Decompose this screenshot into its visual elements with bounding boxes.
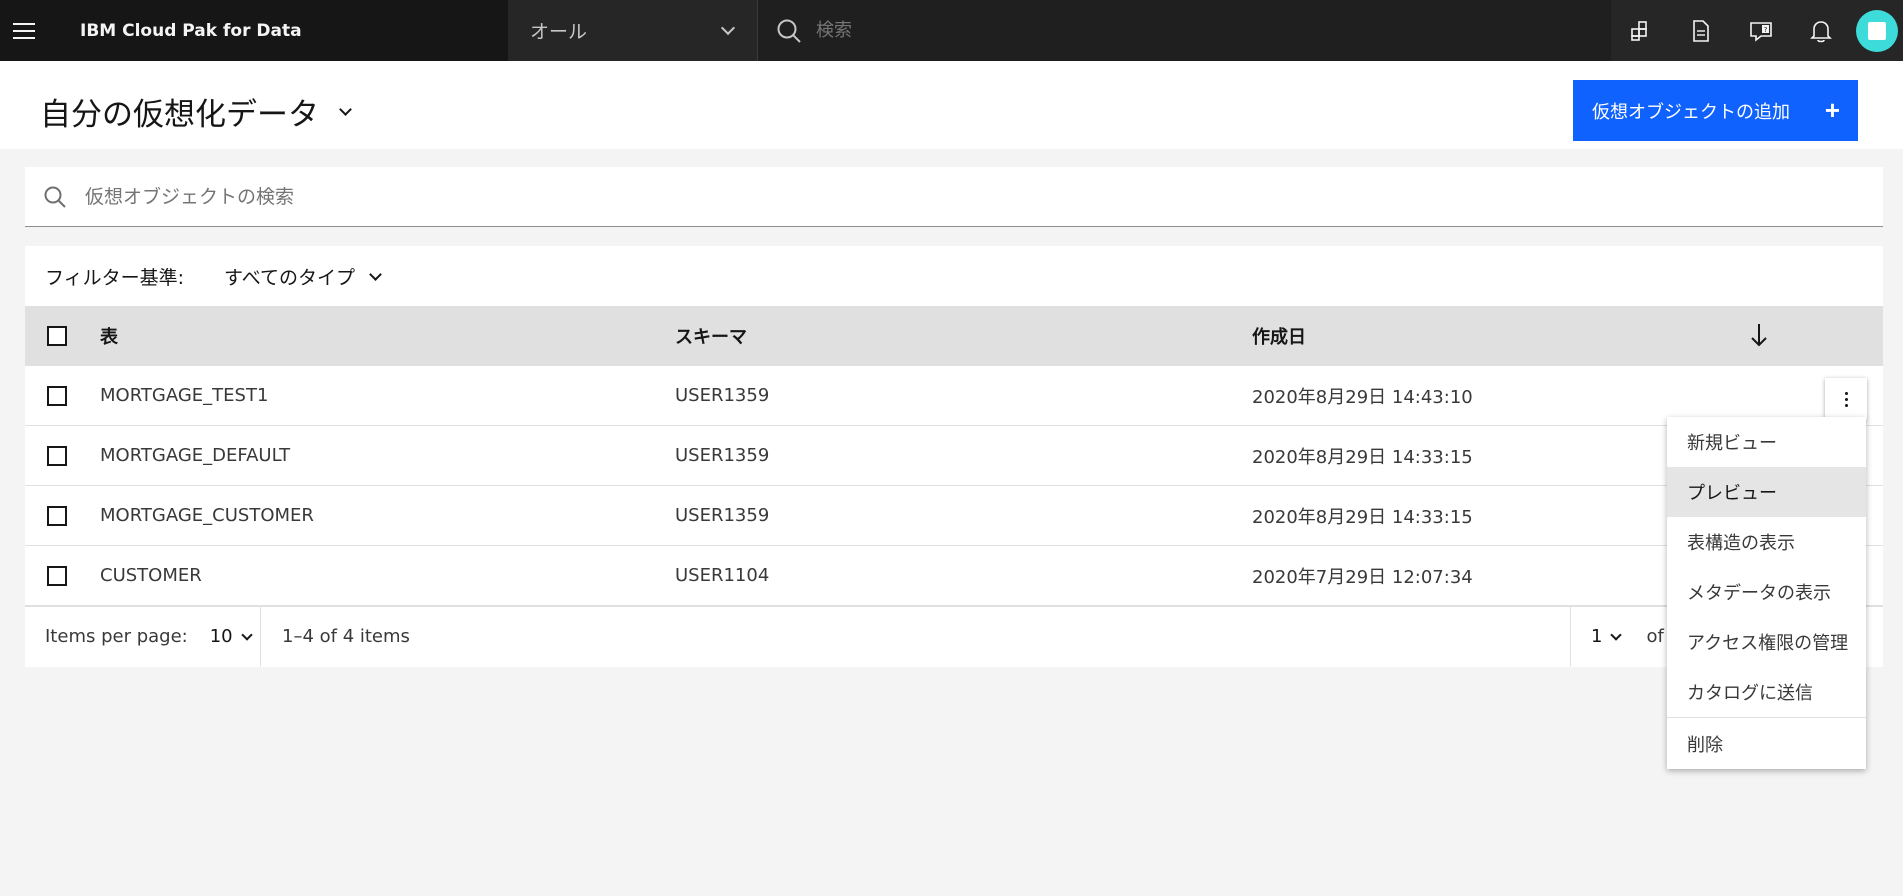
pagination: Items per page: 10 1–4 of 4 items 1 of xyxy=(25,606,1883,666)
created-date-cell: 2020年8月29日 14:33:15 xyxy=(1252,506,1473,528)
column-header-created[interactable]: 作成日 xyxy=(1252,323,1306,349)
header-actions: ? xyxy=(1611,0,1903,61)
table-name-cell: CUSTOMER xyxy=(100,565,202,586)
column-header-table[interactable]: 表 xyxy=(100,323,118,349)
scope-dropdown-value: オール xyxy=(530,21,588,43)
menu-item-delete[interactable]: 削除 xyxy=(1667,717,1866,769)
page-select[interactable]: 1 of xyxy=(1570,607,1664,666)
filter-type-value: すべてのタイプ xyxy=(224,266,355,289)
items-per-page-label: Items per page: xyxy=(45,626,188,647)
row-overflow-menu: 新規ビュー プレビュー 表構造の表示 メタデータの表示 アクセス権限の管理 カタ… xyxy=(1667,417,1866,769)
virtual-object-search[interactable] xyxy=(25,167,1883,227)
schema-cell: USER1359 xyxy=(675,445,770,466)
schema-cell: USER1359 xyxy=(675,385,770,406)
document-icon xyxy=(1693,19,1709,42)
table-header: 表 スキーマ 作成日 xyxy=(25,306,1883,366)
chevron-down-icon xyxy=(339,103,352,116)
services-button[interactable] xyxy=(1611,0,1671,61)
column-header-schema[interactable]: スキーマ xyxy=(675,323,747,349)
current-page-value: 1 xyxy=(1591,626,1603,647)
page-of-text: of xyxy=(1646,626,1664,647)
created-date-cell: 2020年8月29日 14:43:10 xyxy=(1252,386,1473,408)
hamburger-icon xyxy=(13,22,35,39)
add-icon: + xyxy=(1824,95,1840,125)
items-per-page: Items per page: 10 xyxy=(25,607,261,666)
table-row[interactable]: CUSTOMER USER1104 2020年7月29日 12:07:34 xyxy=(25,546,1883,606)
menu-item-send-to-catalog[interactable]: カタログに送信 xyxy=(1667,667,1866,717)
menu-item-preview[interactable]: プレビュー xyxy=(1667,467,1866,517)
chevron-down-icon xyxy=(1610,628,1623,641)
table-name-cell: MORTGAGE_DEFAULT xyxy=(100,445,291,466)
avatar xyxy=(1856,9,1898,52)
items-per-page-value: 10 xyxy=(209,626,233,647)
global-search-input[interactable] xyxy=(816,20,1416,41)
services-icon xyxy=(1631,20,1647,41)
schema-cell: USER1104 xyxy=(675,565,770,586)
table-name-cell: MORTGAGE_CUSTOMER xyxy=(100,505,314,526)
filter-label: フィルター基準: xyxy=(45,266,185,289)
app-name[interactable]: IBM Cloud Pak for Data xyxy=(48,0,508,61)
created-date-cell: 2020年7月29日 12:07:34 xyxy=(1252,566,1473,588)
scope-dropdown[interactable]: オール xyxy=(508,0,758,61)
select-all-checkbox[interactable] xyxy=(47,326,67,346)
row-checkbox[interactable] xyxy=(47,445,67,466)
created-date-cell: 2020年8月29日 14:33:15 xyxy=(1252,446,1473,468)
add-virtual-object-label: 仮想オブジェクトの追加 xyxy=(1592,101,1790,122)
hamburger-menu-button[interactable] xyxy=(0,0,48,61)
item-range-text: 1–4 of 4 items xyxy=(282,626,410,647)
top-header: IBM Cloud Pak for Data オール ? xyxy=(0,0,1903,61)
row-checkbox[interactable] xyxy=(47,565,67,586)
chevron-down-icon xyxy=(720,20,736,35)
help-chat-icon: ? xyxy=(1750,21,1772,42)
filter-row: フィルター基準: すべてのタイプ xyxy=(25,246,1883,306)
table-name-cell: MORTGAGE_TEST1 xyxy=(100,385,269,406)
chevron-down-icon xyxy=(240,628,253,641)
table-row[interactable]: MORTGAGE_CUSTOMER USER1359 2020年8月29日 14… xyxy=(25,486,1883,546)
page-header: 自分の仮想化データ 仮想オブジェクトの追加 + xyxy=(0,61,1903,149)
documentation-button[interactable] xyxy=(1671,0,1731,61)
menu-item-manage-access[interactable]: アクセス権限の管理 xyxy=(1667,617,1866,667)
search-icon xyxy=(44,186,66,208)
row-checkbox[interactable] xyxy=(47,385,67,406)
data-table: フィルター基準: すべてのタイプ 表 スキーマ 作成日 MORTGAGE_TES… xyxy=(25,246,1883,667)
global-search[interactable] xyxy=(758,0,1611,61)
page-title-dropdown[interactable]: 自分の仮想化データ xyxy=(40,89,352,134)
filter-type-dropdown[interactable]: すべてのタイプ xyxy=(224,263,382,290)
items-per-page-select[interactable]: 10 xyxy=(209,626,253,647)
menu-item-new-view[interactable]: 新規ビュー xyxy=(1667,417,1866,467)
row-overflow-menu-button[interactable] xyxy=(1825,378,1867,420)
bell-icon xyxy=(1810,20,1832,42)
sort-arrow-down-icon[interactable] xyxy=(1749,322,1769,348)
table-row[interactable]: MORTGAGE_DEFAULT USER1359 2020年8月29日 14:… xyxy=(25,426,1883,486)
chevron-down-icon xyxy=(369,267,382,281)
virtual-object-search-input[interactable] xyxy=(85,185,1685,208)
search-icon xyxy=(777,19,801,43)
schema-cell: USER1359 xyxy=(675,505,770,526)
svg-text:?: ? xyxy=(1764,26,1768,34)
add-virtual-object-button[interactable]: 仮想オブジェクトの追加 + xyxy=(1573,80,1858,141)
user-avatar-button[interactable] xyxy=(1851,0,1903,61)
menu-item-table-structure[interactable]: 表構造の表示 xyxy=(1667,517,1866,567)
help-button[interactable]: ? xyxy=(1731,0,1791,61)
menu-item-metadata[interactable]: メタデータの表示 xyxy=(1667,567,1866,617)
row-checkbox[interactable] xyxy=(47,505,67,526)
page-title: 自分の仮想化データ xyxy=(40,97,319,133)
notifications-button[interactable] xyxy=(1791,0,1851,61)
table-row[interactable]: MORTGAGE_TEST1 USER1359 2020年8月29日 14:43… xyxy=(25,366,1883,426)
